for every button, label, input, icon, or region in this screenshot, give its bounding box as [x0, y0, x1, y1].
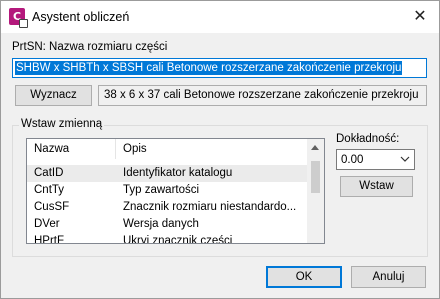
close-icon[interactable]: ✕	[407, 4, 433, 30]
scrollbar-thumb[interactable]	[311, 161, 320, 193]
insert-button[interactable]: Wstaw	[340, 176, 413, 197]
list-item-name: HPrtF	[34, 235, 65, 244]
column-header-name[interactable]: Nazwa	[34, 143, 69, 155]
name-label: PrtSN: Nazwa rozmiaru części	[12, 41, 168, 53]
name-expression-text: SHBW x SHBTh x SBSH cali Betonowe rozsze…	[15, 61, 403, 75]
variable-list-header: Nazwa Opis	[27, 139, 324, 159]
precision-label: Dokładność:	[336, 133, 400, 145]
name-expression-input[interactable]: SHBW x SHBTh x SBSH cali Betonowe rozsze…	[12, 58, 427, 78]
list-item-description: Wersja danych	[123, 218, 199, 230]
list-item-description: Znacznik rozmiaru niestandardo...	[123, 201, 297, 213]
cancel-button[interactable]: Anuluj	[351, 266, 426, 288]
list-item-description: Ukryj znacznik części	[123, 235, 233, 244]
ok-button[interactable]: OK	[266, 266, 342, 288]
list-item[interactable]: CntTy Typ zawartości	[27, 182, 307, 199]
calculator-assistant-dialog: C Asystent obliczeń ✕ PrtSN: Nazwa rozmi…	[0, 0, 440, 299]
chevron-down-icon	[400, 156, 410, 162]
evaluate-result: 38 x 6 x 37 cali Betonowe rozszerzane za…	[98, 85, 427, 106]
list-item[interactable]: DVer Wersja danych	[27, 216, 307, 233]
precision-value: 0.00	[341, 154, 364, 166]
column-header-description[interactable]: Opis	[123, 143, 147, 155]
list-item-description: Typ zawartości	[123, 184, 200, 196]
title-bar[interactable]: C Asystent obliczeń ✕	[1, 1, 439, 33]
list-item-description: Identyfikator katalogu	[123, 167, 233, 179]
evaluate-button[interactable]: Wyznacz	[15, 85, 92, 106]
app-icon-badge	[19, 19, 28, 28]
list-item-name: DVer	[34, 218, 60, 230]
window-title: Asystent obliczeń	[32, 10, 130, 24]
list-item[interactable]: CatID Identyfikator katalogu	[27, 165, 307, 182]
insert-variable-label: Wstaw zmienną	[19, 118, 105, 130]
variable-list-scrollbar[interactable]	[307, 139, 324, 243]
variable-list[interactable]: Nazwa Opis CatID Identyfikator katalogu …	[26, 138, 325, 244]
list-item-name: CatID	[34, 167, 64, 179]
list-item-name: CusSF	[34, 201, 70, 213]
column-divider[interactable]	[115, 139, 116, 159]
list-item[interactable]: HPrtF Ukryj znacznik części	[27, 233, 307, 244]
app-icon: C	[9, 8, 28, 28]
scroll-up-icon[interactable]	[311, 145, 319, 150]
list-item[interactable]: CusSF Znacznik rozmiaru niestandardo...	[27, 199, 307, 216]
precision-select[interactable]: 0.00	[336, 149, 415, 170]
list-item-name: CntTy	[34, 184, 65, 196]
